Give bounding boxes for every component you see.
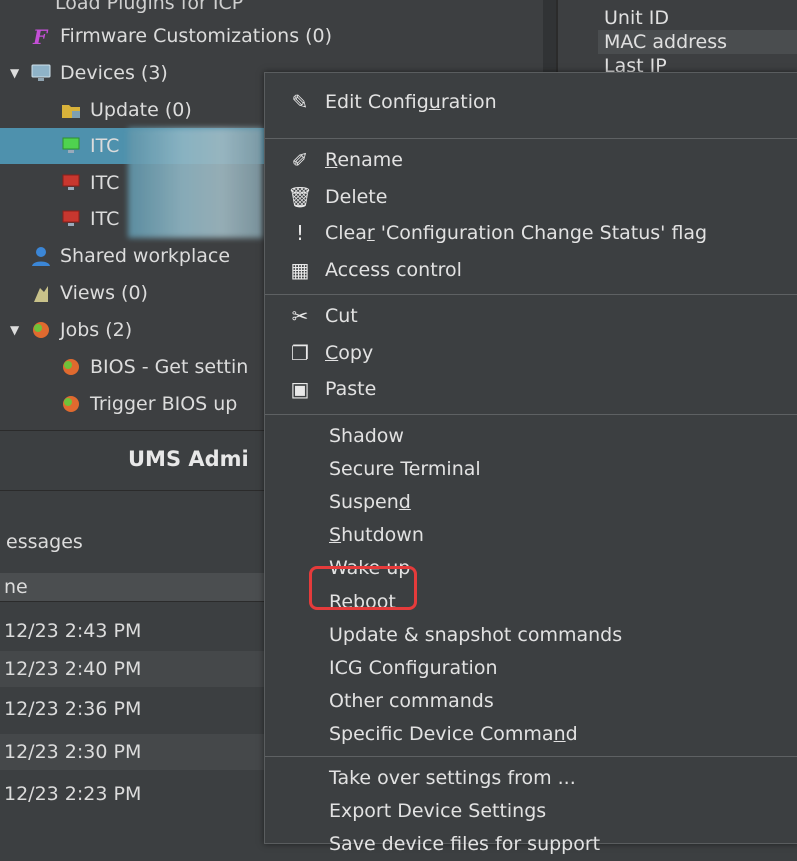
menu-item-save-device-files-for-support[interactable]: Save device files for support — [265, 827, 797, 861]
trash-icon: 🗑 — [287, 184, 313, 209]
tree-item[interactable]: F Firmware Customizations (0) — [0, 18, 555, 54]
menu-item-label: Cut — [325, 305, 358, 327]
menu-item-paste[interactable]: ▣ Paste — [265, 372, 797, 406]
menu-item-label: Update & snapshot commands — [329, 623, 623, 646]
menu-item-secure-terminal[interactable]: Secure Terminal — [265, 452, 797, 486]
context-menu: ✎ Edit Configuration ✐ Rename 🗑 Delete! Clear … — [264, 72, 797, 855]
jobs-icon — [30, 319, 52, 341]
menu-item-label: Delete — [325, 185, 388, 208]
menu-item-access-control[interactable]: ▦ Access control — [265, 253, 797, 287]
tree-item-label: BIOS - Get settin — [90, 356, 249, 378]
expand-toggle-icon[interactable]: ▼ — [10, 323, 19, 337]
scissors-icon: ✂ — [291, 304, 309, 328]
tree-item-label: Devices (3) — [60, 62, 168, 84]
menu-item-rename[interactable]: ✐ Rename — [265, 143, 797, 177]
menu-item-icg-configuration[interactable]: ICG Configuration — [265, 651, 797, 685]
wrench-icon: ✎ — [291, 90, 309, 114]
monitor-icon — [30, 62, 52, 84]
tree-item-label: Firmware Customizations (0) — [60, 25, 333, 47]
menu-item-cut[interactable]: ✂ Cut — [265, 299, 797, 333]
menu-item-copy[interactable]: ❐ Copy — [265, 336, 797, 370]
reboot-highlight-box — [309, 566, 417, 610]
menu-item-clear-configuration-change-status-flag[interactable]: ! Clear 'Configuration Change Status' fla… — [265, 216, 797, 250]
menu-item-shutdown[interactable]: Shutdown — [265, 518, 797, 552]
menu-item-label: Suspend — [329, 490, 411, 513]
tree-partial-item: Load Plugins for ICP — [55, 0, 244, 14]
menu-item-shadow[interactable]: Shadow — [265, 419, 797, 453]
svg-text:F: F — [32, 25, 49, 47]
exclamation-icon: ! — [295, 221, 305, 245]
firmware-icon: F — [30, 25, 52, 49]
copy-icon: ❐ — [291, 340, 309, 365]
menu-item-export-device-settings[interactable]: Export Device Settings — [265, 794, 797, 828]
tree-item-label: Trigger BIOS up — [90, 393, 238, 415]
device-red-icon — [60, 208, 82, 230]
expand-toggle-icon[interactable]: ▼ — [10, 66, 19, 80]
tree-item-label: Shared workplace — [60, 245, 231, 267]
user-icon — [30, 245, 52, 267]
menu-separator — [265, 138, 797, 139]
menu-item-label: Secure Terminal — [329, 457, 481, 480]
menu-separator — [265, 755, 797, 757]
menu-item-take-over-settings-from[interactable]: Take over settings from ... — [265, 761, 797, 795]
admin-title: UMS Admi — [128, 447, 249, 471]
tree-item-label: ITC — [90, 172, 120, 194]
pencil-icon: ✐ — [291, 148, 309, 172]
tree-item-label: Jobs (2) — [60, 319, 133, 341]
menu-item-label: Export Device Settings — [329, 799, 547, 822]
info-mac-address: MAC address — [598, 30, 797, 54]
menu-item-update-snapshot-commands[interactable]: Update & snapshot commands — [265, 618, 797, 652]
job-icon — [60, 356, 82, 378]
info-unit-id: Unit ID — [604, 7, 669, 29]
access-control-icon: ▦ — [290, 257, 310, 282]
menu-item-label: Specific Device Command — [329, 723, 578, 746]
paste-icon: ▣ — [290, 377, 310, 401]
menu-item-other-commands[interactable]: Other commands — [265, 684, 797, 718]
menu-item-label: ICG Configuration — [329, 656, 498, 679]
redacted-device-names — [128, 128, 263, 238]
menu-separator — [265, 294, 797, 295]
folder-icon — [60, 99, 82, 121]
menu-item-label: Shutdown — [329, 524, 424, 547]
menu-separator — [265, 413, 797, 415]
menu-item-label: Copy — [325, 341, 374, 364]
menu-item-delete[interactable]: 🗑 Delete — [265, 180, 797, 214]
menu-item-label: Access control — [325, 258, 462, 281]
menu-item-label: Paste — [325, 378, 377, 400]
menu-item-label: Other commands — [329, 690, 494, 713]
messages-label: essages — [6, 531, 83, 553]
menu-item-label: Rename — [325, 149, 403, 171]
tree-item-label: ITC — [90, 135, 120, 157]
menu-item-label: Take over settings from ... — [329, 766, 576, 789]
menu-item-edit-configuration[interactable]: ✎ Edit Configuration — [265, 85, 797, 119]
menu-item-label: Shadow — [329, 424, 404, 447]
tree-item-label: ITC — [90, 208, 120, 230]
menu-item-label: Edit Configuration — [325, 91, 497, 113]
menu-item-specific-device-command[interactable]: Specific Device Command — [265, 717, 797, 751]
menu-item-label: Save device files for support — [329, 832, 601, 855]
device-red-icon — [60, 172, 82, 194]
views-icon — [30, 282, 52, 304]
job-icon — [60, 393, 82, 415]
tree-item-label: Update (0) — [90, 99, 192, 121]
tree-item-label: Views (0) — [60, 282, 148, 304]
menu-item-label: Clear 'Configuration Change Status' flag — [325, 222, 708, 244]
menu-item-suspend[interactable]: Suspend — [265, 485, 797, 519]
device-green-icon — [60, 135, 82, 157]
